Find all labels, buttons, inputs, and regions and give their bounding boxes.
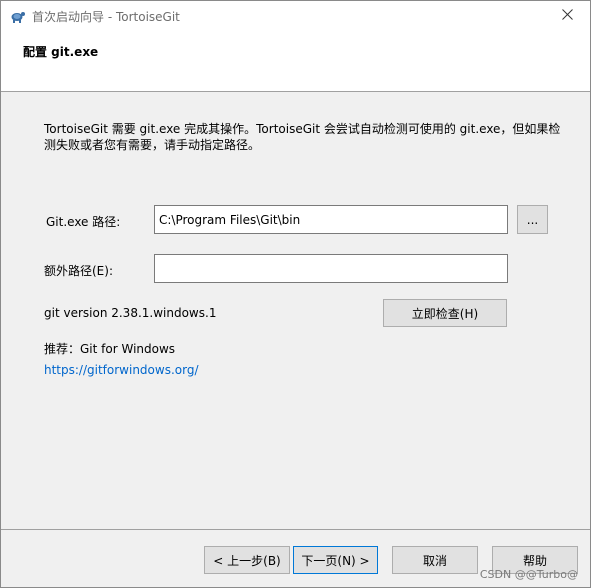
watermark-text: CSDN @@Turbo@ bbox=[479, 568, 578, 581]
close-icon bbox=[561, 9, 573, 23]
gitforwindows-link[interactable]: https://gitforwindows.org/ bbox=[44, 363, 199, 377]
extra-path-label: 额外路径(E): bbox=[44, 264, 113, 278]
close-button[interactable] bbox=[544, 1, 590, 31]
check-now-button[interactable]: 立即检查(H) bbox=[383, 299, 507, 327]
extra-path-input[interactable] bbox=[154, 254, 508, 283]
wizard-window: 首次启动向导 - TortoiseGit 配置 git.exe Tortoise… bbox=[0, 0, 591, 588]
description-text: TortoiseGit 需要 git.exe 完成其操作。TortoiseGit… bbox=[44, 122, 561, 152]
browse-button[interactable]: ... bbox=[517, 205, 548, 234]
page-title: 配置 git.exe bbox=[23, 45, 99, 59]
wizard-content: TortoiseGit 需要 git.exe 完成其操作。TortoiseGit… bbox=[1, 92, 590, 529]
back-button[interactable]: < 上一步(B) bbox=[204, 546, 290, 574]
recommend-text: 推荐：Git for Windows bbox=[44, 342, 176, 356]
wizard-footer: < 上一步(B) 下一页(N) > 取消 帮助 CSDN @@Turbo@ bbox=[1, 530, 590, 587]
git-version-text: git version 2.38.1.windows.1 bbox=[44, 306, 217, 320]
tortoisegit-icon bbox=[10, 8, 26, 24]
git-path-label: Git.exe 路径: bbox=[46, 215, 121, 229]
git-path-input[interactable] bbox=[154, 205, 508, 234]
title-bar: 首次启动向导 - TortoiseGit bbox=[1, 1, 590, 31]
cancel-button[interactable]: 取消 bbox=[392, 546, 478, 574]
window-title: 首次启动向导 - TortoiseGit bbox=[32, 10, 180, 24]
page-header: 配置 git.exe bbox=[1, 31, 590, 92]
next-button[interactable]: 下一页(N) > bbox=[293, 546, 378, 574]
